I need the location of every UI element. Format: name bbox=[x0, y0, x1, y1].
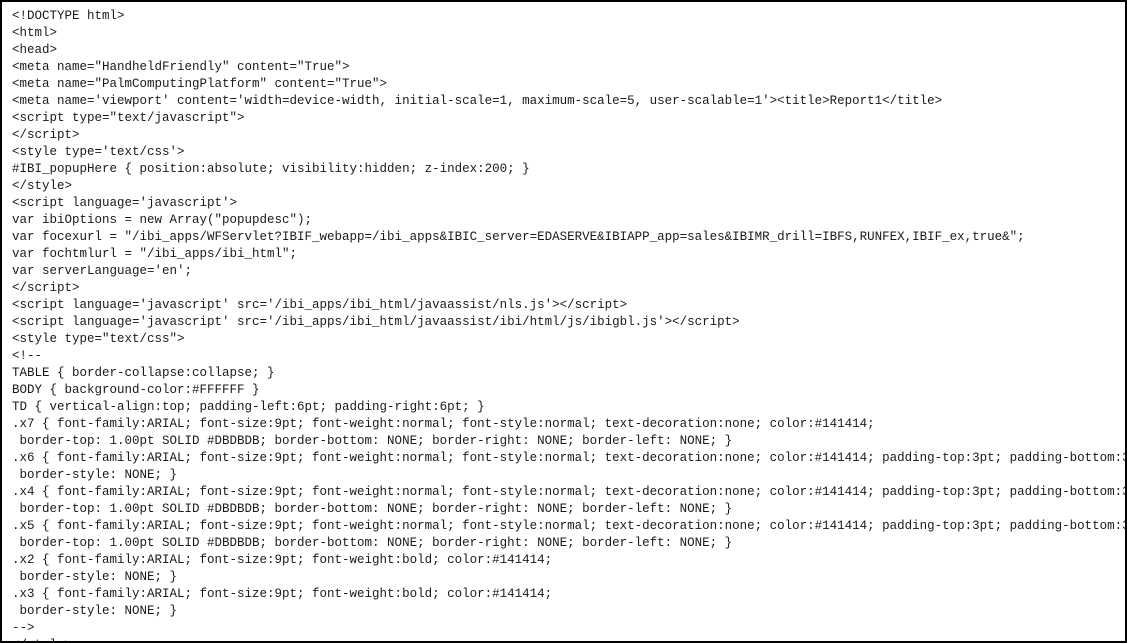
code-line: <meta name='viewport' content='width=dev… bbox=[12, 93, 1115, 110]
code-line: <script language='javascript'> bbox=[12, 195, 1115, 212]
code-view: <!DOCTYPE html><html><head><meta name="H… bbox=[0, 0, 1127, 643]
code-line: border-top: 1.00pt SOLID #DBDBDB; border… bbox=[12, 501, 1115, 518]
code-line: var serverLanguage='en'; bbox=[12, 263, 1115, 280]
code-line: --> bbox=[12, 620, 1115, 637]
code-line: var fochtmlurl = "/ibi_apps/ibi_html"; bbox=[12, 246, 1115, 263]
code-line: <script language='javascript' src='/ibi_… bbox=[12, 314, 1115, 331]
code-line: </style> bbox=[12, 178, 1115, 195]
code-line: <meta name="PalmComputingPlatform" conte… bbox=[12, 76, 1115, 93]
code-line: border-style: NONE; } bbox=[12, 467, 1115, 484]
code-line: <script language='javascript' src='/ibi_… bbox=[12, 297, 1115, 314]
code-line: <head> bbox=[12, 42, 1115, 59]
code-line: border-top: 1.00pt SOLID #DBDBDB; border… bbox=[12, 535, 1115, 552]
code-line: <style type='text/css'> bbox=[12, 144, 1115, 161]
code-line: </script> bbox=[12, 127, 1115, 144]
code-line: #IBI_popupHere { position:absolute; visi… bbox=[12, 161, 1115, 178]
code-line: border-style: NONE; } bbox=[12, 603, 1115, 620]
code-line: TD { vertical-align:top; padding-left:6p… bbox=[12, 399, 1115, 416]
code-line: .x3 { font-family:ARIAL; font-size:9pt; … bbox=[12, 586, 1115, 603]
code-line: <meta name="HandheldFriendly" content="T… bbox=[12, 59, 1115, 76]
code-line: <!DOCTYPE html> bbox=[12, 8, 1115, 25]
code-line: <!-- bbox=[12, 348, 1115, 365]
code-line: TABLE { border-collapse:collapse; } bbox=[12, 365, 1115, 382]
code-line: <style type="text/css"> bbox=[12, 331, 1115, 348]
code-line: <html> bbox=[12, 25, 1115, 42]
code-line: </script> bbox=[12, 280, 1115, 297]
code-line: var focexurl = "/ibi_apps/WFServlet?IBIF… bbox=[12, 229, 1115, 246]
code-line: .x5 { font-family:ARIAL; font-size:9pt; … bbox=[12, 518, 1115, 535]
code-line: .x2 { font-family:ARIAL; font-size:9pt; … bbox=[12, 552, 1115, 569]
code-line: var ibiOptions = new Array("popupdesc"); bbox=[12, 212, 1115, 229]
code-line: border-style: NONE; } bbox=[12, 569, 1115, 586]
code-line: BODY { background-color:#FFFFFF } bbox=[12, 382, 1115, 399]
code-line: border-top: 1.00pt SOLID #DBDBDB; border… bbox=[12, 433, 1115, 450]
code-line: .x4 { font-family:ARIAL; font-size:9pt; … bbox=[12, 484, 1115, 501]
code-line: </style> bbox=[12, 637, 1115, 643]
code-line: .x7 { font-family:ARIAL; font-size:9pt; … bbox=[12, 416, 1115, 433]
code-line: .x6 { font-family:ARIAL; font-size:9pt; … bbox=[12, 450, 1115, 467]
code-line: <script type="text/javascript"> bbox=[12, 110, 1115, 127]
